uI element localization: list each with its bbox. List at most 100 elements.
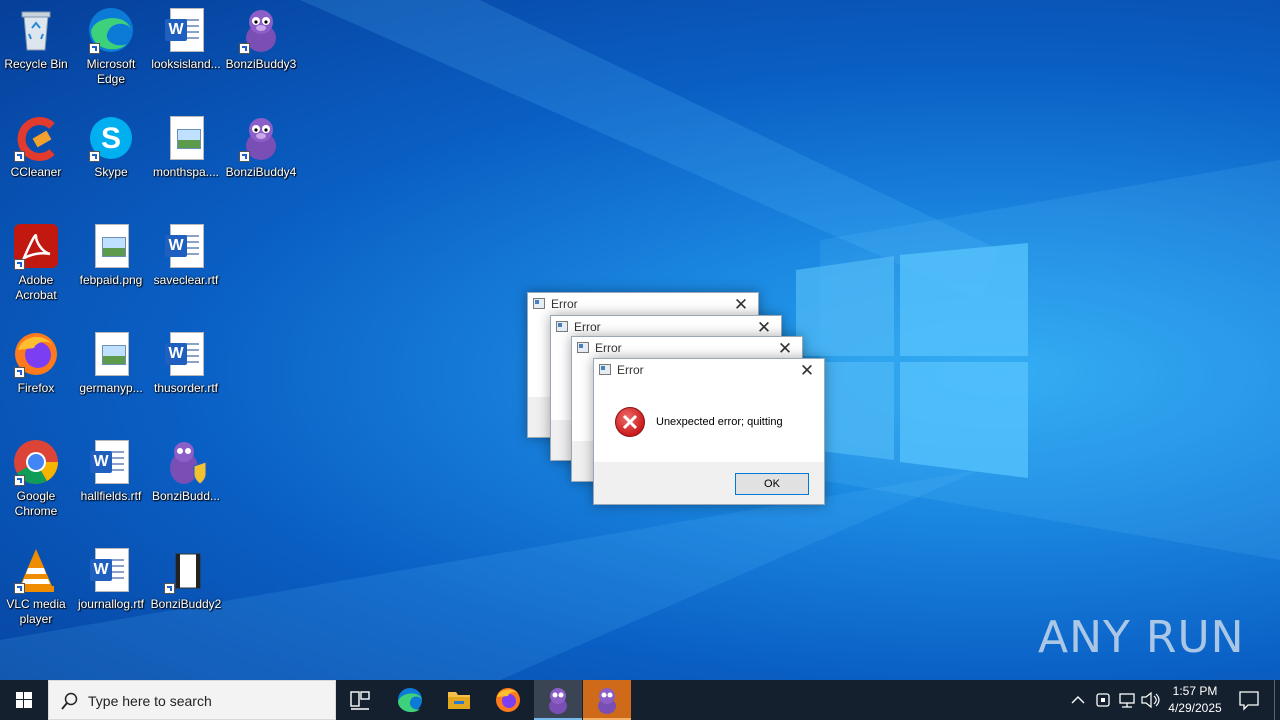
desktop-icon-germanyp[interactable]: germanyp...: [75, 330, 147, 396]
taskbar-clock[interactable]: 1:57 PM 4/29/2025: [1160, 683, 1230, 717]
volume-button[interactable]: [1139, 680, 1161, 720]
speaker-icon: [1141, 691, 1160, 709]
search-placeholder: Type here to search: [88, 693, 212, 709]
notification-icon: [1239, 691, 1259, 711]
desktop-icon-label: hallfields.rtf: [80, 489, 142, 503]
windows-logo-wallpaper: [796, 243, 1028, 478]
error-dialog-front[interactable]: Error ✕ Unexpected error; quitting OK: [593, 358, 825, 505]
desktop-icon-adobe-acrobat[interactable]: Adobe Acrobat: [0, 222, 72, 303]
ok-button[interactable]: OK: [735, 473, 809, 495]
task-view-icon: [350, 691, 370, 710]
tray-device-icon-button[interactable]: [1092, 680, 1114, 720]
title-bar[interactable]: Error ✕: [528, 293, 758, 317]
chevron-up-icon: [1071, 696, 1085, 704]
taskbar-file-explorer[interactable]: [435, 680, 483, 720]
desktop-icon-label: Recycle Bin: [4, 57, 68, 71]
clock-date: 4/29/2025: [1168, 701, 1222, 715]
close-icon[interactable]: ✕: [794, 360, 820, 382]
shortcut-arrow-icon: [14, 259, 25, 270]
desktop-icon-bonzibuddy4[interactable]: BonziBuddy4: [225, 114, 297, 180]
edge-icon: [87, 6, 135, 54]
taskbar-bonzibuddy-1[interactable]: [534, 680, 582, 720]
bonzibuddy-icon: [237, 6, 285, 54]
desktop-icon-looksisland[interactable]: W looksisland...: [150, 6, 222, 72]
desktop-icon-monthspa[interactable]: monthspa....: [150, 114, 222, 180]
taskbar-firefox[interactable]: [484, 680, 532, 720]
network-icon: [1119, 693, 1135, 708]
desktop-icon-label: BonziBuddy3: [225, 57, 297, 71]
desktop-icon-journallog[interactable]: W journallog.rtf: [75, 546, 147, 612]
desktop-icon-bonzibuddy2[interactable]: BonziBuddy2: [150, 546, 222, 612]
desktop-icon-label: BonziBuddy2: [150, 597, 222, 611]
desktop-icon-skype[interactable]: S Skype: [75, 114, 147, 180]
desktop-icon-microsoft-edge[interactable]: Microsoft Edge: [75, 6, 147, 87]
chrome-icon: [12, 438, 60, 486]
action-center-button[interactable]: [1234, 680, 1264, 720]
desktop-icon-label: germanyp...: [79, 381, 143, 395]
edge-icon: [398, 688, 422, 713]
desktop-icon-google-chrome[interactable]: Google Chrome: [0, 438, 72, 519]
desktop-icon-label: BonziBudd...: [151, 489, 221, 503]
desktop-icon-label: journallog.rtf: [77, 597, 145, 611]
desktop-icon-label: thusorder.rtf: [153, 381, 219, 395]
network-button[interactable]: [1116, 680, 1138, 720]
vlc-icon: [12, 546, 60, 594]
taskbar: Type here to search 1:57 PM 4/29/2025: [0, 680, 1280, 720]
close-icon[interactable]: ✕: [772, 338, 798, 360]
desktop-icon-ccleaner[interactable]: CCleaner: [0, 114, 72, 180]
desktop: Recycle Bin CCleaner Adobe Acrobat Firef…: [0, 0, 1280, 680]
clock-time: 1:57 PM: [1172, 684, 1218, 698]
taskbar-edge[interactable]: [386, 680, 434, 720]
skype-icon: S: [87, 114, 135, 162]
show-desktop-button[interactable]: [1274, 680, 1280, 720]
svg-text:S: S: [101, 122, 121, 155]
shortcut-arrow-icon: [239, 43, 250, 54]
bonzibuddy-installer-icon: [162, 438, 210, 486]
desktop-icon-firefox[interactable]: Firefox: [0, 330, 72, 396]
desktop-icon-label: monthspa....: [152, 165, 220, 179]
dialog-title: Error: [551, 297, 578, 311]
desktop-icon-recycle-bin[interactable]: Recycle Bin: [0, 6, 72, 72]
bonzibuddy-icon: [598, 688, 616, 714]
shortcut-arrow-icon: [14, 583, 25, 594]
shortcut-arrow-icon: [89, 43, 100, 54]
acrobat-icon: [12, 222, 60, 270]
shortcut-arrow-icon: [89, 151, 100, 162]
desktop-icon-saveclear[interactable]: W saveclear.rtf: [150, 222, 222, 288]
search-icon: [61, 692, 78, 710]
start-button[interactable]: [0, 680, 48, 720]
window-icon: [533, 298, 545, 309]
image-file-icon: [87, 222, 135, 270]
shortcut-arrow-icon: [14, 367, 25, 378]
desktop-icon-label: Microsoft Edge: [86, 57, 136, 86]
desktop-icon-label: febpaid.png: [79, 273, 143, 287]
firefox-icon: [496, 688, 520, 712]
shortcut-arrow-icon: [14, 475, 25, 486]
firefox-icon: [12, 330, 60, 378]
desktop-icon-vlc[interactable]: VLC media player: [0, 546, 72, 627]
desktop-icon-label: Firefox: [17, 381, 55, 395]
anyrun-watermark: ANY RUN: [1038, 612, 1245, 663]
close-icon[interactable]: ✕: [728, 294, 754, 316]
word-doc-icon: W: [162, 222, 210, 270]
desktop-icon-thusorder[interactable]: W thusorder.rtf: [150, 330, 222, 396]
taskbar-bonzibuddy-2[interactable]: [583, 680, 631, 720]
desktop-icon-bonzibuddy3[interactable]: BonziBuddy3: [225, 6, 297, 72]
desktop-icon-febpaid[interactable]: febpaid.png: [75, 222, 147, 288]
dialog-title: Error: [574, 320, 601, 334]
task-view-button[interactable]: [336, 680, 384, 720]
desktop-icon-label: Google Chrome: [14, 489, 58, 518]
dialog-title: Error: [617, 363, 644, 377]
film-file-icon: [162, 546, 210, 594]
taskbar-search-box[interactable]: Type here to search: [48, 680, 336, 720]
word-doc-icon: W: [87, 438, 135, 486]
desktop-icon-bonzibuddy-installer[interactable]: BonziBudd...: [150, 438, 222, 504]
title-bar[interactable]: Error ✕: [594, 359, 824, 383]
windows-start-icon: [16, 692, 32, 708]
desktop-icon-hallfields[interactable]: W hallfields.rtf: [75, 438, 147, 504]
error-icon: [615, 407, 645, 437]
show-hidden-icons-button[interactable]: [1068, 680, 1088, 720]
bonzibuddy-icon: [549, 688, 567, 714]
window-icon: [577, 342, 589, 353]
shortcut-arrow-icon: [164, 583, 175, 594]
